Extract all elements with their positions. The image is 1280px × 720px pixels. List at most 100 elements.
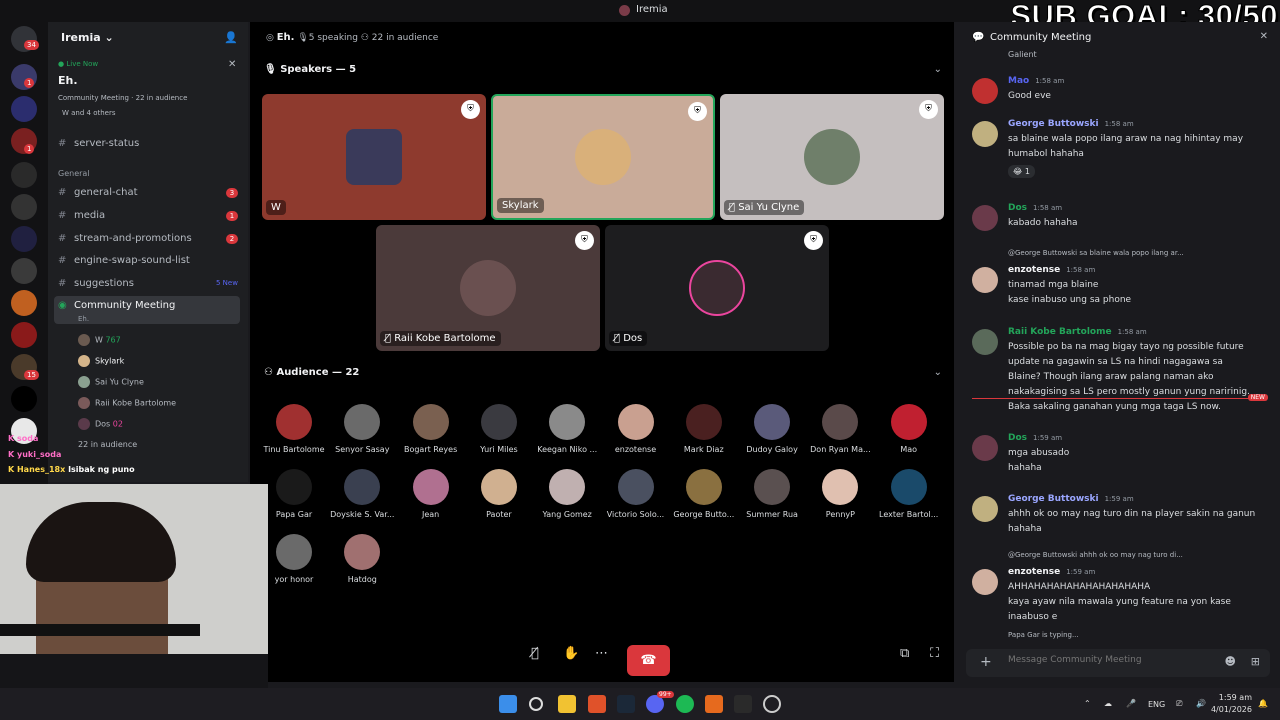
app-icon[interactable] (763, 695, 781, 713)
audience-member[interactable]: Lexter Bartol... (875, 469, 943, 519)
author-name[interactable]: George Buttowski (1008, 494, 1099, 504)
channel-media[interactable]: # media (58, 210, 105, 221)
clock-date[interactable]: 4/01/2026 (1210, 705, 1252, 714)
channel-stream-and-promotions[interactable]: # stream-and-promotions (58, 233, 192, 244)
stage-member[interactable]: Dos 02 (78, 418, 123, 430)
audience-member[interactable]: yor honor (260, 534, 328, 584)
windows-start-icon[interactable] (499, 695, 517, 713)
popout-icon[interactable]: ⧉ (900, 646, 909, 661)
stage-member[interactable]: Sai Yu Clyne (78, 376, 144, 388)
speaker-tile[interactable]: 🎙̸ Raii Kobe Bartolome ⛨ (376, 225, 600, 351)
channel-suggestions[interactable]: # suggestions (58, 278, 134, 289)
audience-member[interactable]: enzotense (602, 404, 670, 454)
audience-member[interactable]: Bogart Reyes (397, 404, 465, 454)
reply-reference[interactable]: @George Buttowski sa blaine wala popo il… (1008, 249, 1184, 257)
server-icon-6[interactable] (11, 226, 37, 252)
more-options-button[interactable]: ⋯ (595, 646, 608, 661)
mic-tray-icon[interactable]: 🎤 (1126, 699, 1136, 708)
cloud-icon[interactable]: ☁ (1104, 699, 1112, 708)
file-explorer-icon[interactable] (558, 695, 576, 713)
audience-member[interactable]: Victorio Solo... (602, 469, 670, 519)
avatar[interactable] (972, 121, 998, 147)
audience-member[interactable]: Senyor Sasay (328, 404, 396, 454)
stage-member[interactable]: Skylark (78, 355, 124, 367)
search-icon[interactable] (529, 697, 543, 711)
in-audience-label[interactable]: 22 in audience (78, 440, 137, 449)
avatar[interactable] (972, 205, 998, 231)
server-icon-2[interactable] (11, 96, 37, 122)
volume-icon[interactable]: 🔊 (1196, 699, 1206, 708)
message-author[interactable]: enzotense 1:59 am (1008, 567, 1095, 577)
reply-reference[interactable]: @George Buttowski ahhh ok oo may nag tur… (1008, 551, 1183, 559)
audience-member[interactable]: Summer Rua (738, 469, 806, 519)
channel-community-meeting[interactable]: ◉ Community Meeting (58, 300, 175, 311)
author-name[interactable]: enzotense (1008, 567, 1060, 577)
channel-general-chat[interactable]: # general-chat (58, 187, 138, 198)
audience-member[interactable]: Yuri Miles (465, 404, 533, 454)
audience-member[interactable]: Jean (397, 469, 465, 519)
audience-member[interactable]: Hatdog (328, 534, 396, 584)
avatar[interactable] (972, 569, 998, 595)
audience-member[interactable]: George Butto... (670, 469, 738, 519)
audience-member[interactable]: Papa Gar (260, 469, 328, 519)
app-icon[interactable] (705, 695, 723, 713)
audience-member[interactable]: Mark Diaz (670, 404, 738, 454)
stage-member[interactable]: Raii Kobe Bartolome (78, 397, 176, 409)
steam-icon[interactable] (617, 695, 635, 713)
avatar[interactable] (972, 496, 998, 522)
audience-member[interactable]: Keegan Niko ... (533, 404, 601, 454)
avatar[interactable] (972, 267, 998, 293)
message-author[interactable]: enzotense 1:58 am (1008, 265, 1095, 275)
audience-member[interactable]: Paoter (465, 469, 533, 519)
message-author[interactable]: George Buttowski 1:59 am (1008, 494, 1134, 504)
avatar[interactable] (972, 329, 998, 355)
close-icon[interactable]: ✕ (228, 59, 236, 70)
author-name[interactable]: Dos (1008, 203, 1027, 213)
network-icon[interactable]: ⎚ (1176, 699, 1182, 709)
category-general[interactable]: General (58, 169, 90, 178)
server-icon-4[interactable] (11, 162, 37, 188)
stage-member[interactable]: W 767 (78, 334, 121, 346)
message-author[interactable]: Dos 1:58 am (1008, 203, 1062, 213)
audience-member[interactable]: Doyskie S. Var... (328, 469, 396, 519)
emoji-icon[interactable]: ☻ (1225, 655, 1236, 668)
author-name[interactable]: enzotense (1008, 265, 1060, 275)
message-input-box[interactable]: + ☻ ⊞ (966, 649, 1270, 677)
speaker-tile[interactable]: W ⛨ (262, 94, 486, 220)
chevron-down-icon[interactable]: ⌄ (934, 367, 942, 378)
audience-member[interactable]: Mao (875, 404, 943, 454)
chevron-down-icon[interactable]: ⌄ (934, 64, 942, 75)
spotify-icon[interactable] (676, 695, 694, 713)
app-icon[interactable] (734, 695, 752, 713)
audience-member[interactable]: Yang Gomez (533, 469, 601, 519)
audience-member[interactable]: Dudoy Galoy (738, 404, 806, 454)
server-icon-11[interactable] (11, 386, 37, 412)
voice-channel-name[interactable]: Eh. (58, 74, 78, 87)
author-name[interactable]: Raii Kobe Bartolome (1008, 327, 1112, 337)
message-author[interactable]: Mao 1:58 am (1008, 76, 1064, 86)
message-author[interactable]: George Buttowski 1:58 am (1008, 119, 1134, 129)
language-indicator[interactable]: ENG (1148, 700, 1165, 709)
server-icon-9[interactable] (11, 322, 37, 348)
notification-bell-icon[interactable]: 🔔 (1258, 699, 1268, 708)
server-icon-7[interactable] (11, 258, 37, 284)
speaker-tile[interactable]: 🎙̸ Sai Yu Clyne ⛨ (720, 94, 944, 220)
disconnect-button[interactable]: ☎ (627, 645, 670, 676)
audience-member[interactable]: PennyP (806, 469, 874, 519)
message-input[interactable] (1008, 655, 1208, 665)
plus-icon[interactable]: + (980, 654, 992, 670)
author-name[interactable]: Dos (1008, 433, 1027, 443)
clock-time[interactable]: 1:59 am (1216, 693, 1252, 702)
fullscreen-icon[interactable]: ⛶ (930, 646, 939, 661)
author-name[interactable]: George Buttowski (1008, 119, 1099, 129)
raise-hand-button[interactable]: ✋ (563, 646, 579, 661)
audience-member[interactable]: Tinu Bartolome (260, 404, 328, 454)
author-name[interactable]: Mao (1008, 76, 1029, 86)
reaction-chip[interactable]: 😂 1 (1008, 165, 1035, 178)
message-author[interactable]: Raii Kobe Bartolome 1:58 am (1008, 327, 1147, 337)
close-icon[interactable]: ✕ (1260, 31, 1268, 42)
speakers-section-title[interactable]: 🎙 Speakers — 5 (264, 64, 356, 75)
avatar[interactable] (972, 78, 998, 104)
channel-engine-swap-sound-list[interactable]: # engine-swap-sound-list (58, 255, 190, 266)
tray-chevron-icon[interactable]: ⌃ (1084, 699, 1091, 708)
